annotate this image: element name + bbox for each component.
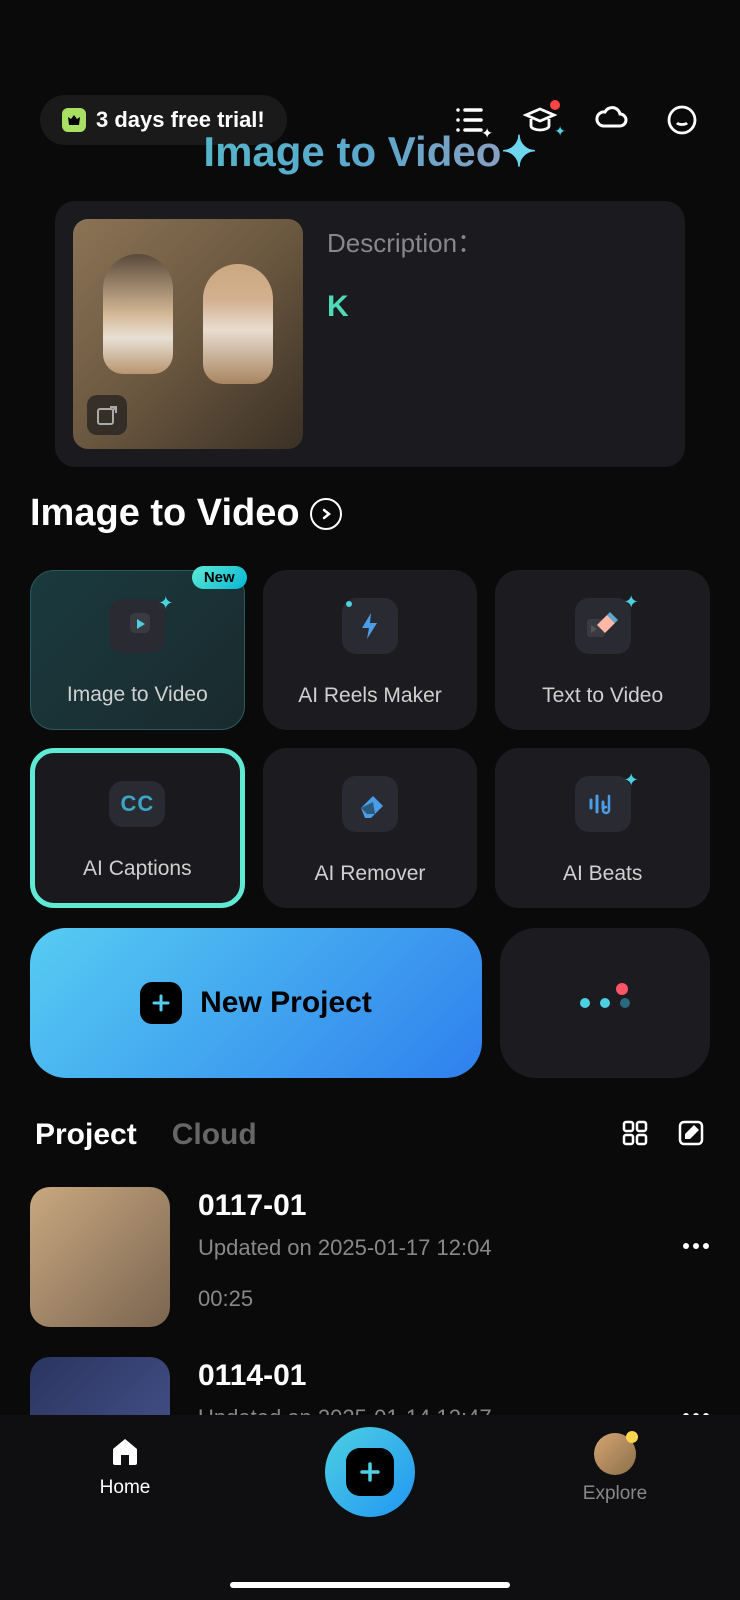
cc-icon: CC bbox=[109, 781, 165, 827]
notification-dot bbox=[616, 983, 628, 995]
feature-grid: New ✦ Image to Video AI Reels Maker ✦ Te… bbox=[30, 570, 710, 908]
add-media-icon[interactable] bbox=[87, 395, 127, 435]
new-project-button[interactable]: New Project bbox=[30, 928, 482, 1078]
feature-label: AI Reels Maker bbox=[298, 684, 442, 708]
music-icon: ✦ bbox=[575, 776, 631, 832]
dot-icon bbox=[600, 998, 610, 1008]
sparkle-icon: ✦ bbox=[158, 593, 173, 614]
explore-avatar-icon bbox=[594, 1433, 636, 1475]
plus-icon bbox=[346, 1448, 394, 1496]
lightning-icon bbox=[342, 598, 398, 654]
dot-icon bbox=[580, 998, 590, 1008]
nav-label: Explore bbox=[583, 1483, 647, 1505]
project-info: 0117-01 Updated on 2025-01-17 12:04 00:2… bbox=[198, 1187, 654, 1312]
project-name: 0117-01 bbox=[198, 1189, 654, 1223]
new-badge: New bbox=[192, 566, 247, 589]
tab-actions bbox=[621, 1119, 705, 1152]
feature-image-to-video[interactable]: New ✦ Image to Video bbox=[30, 570, 245, 730]
project-duration: 00:25 bbox=[198, 1286, 654, 1312]
nav-label: Home bbox=[100, 1477, 151, 1499]
feature-text-to-video[interactable]: ✦ Text to Video bbox=[495, 570, 710, 730]
description-text: K bbox=[327, 290, 667, 324]
feature-ai-reels-maker[interactable]: AI Reels Maker bbox=[263, 570, 478, 730]
home-icon bbox=[107, 1433, 143, 1469]
more-button[interactable] bbox=[500, 928, 710, 1078]
feature-label: AI Beats bbox=[563, 862, 642, 886]
new-project-label: New Project bbox=[200, 986, 372, 1020]
project-updated: Updated on 2025-01-17 12:04 bbox=[198, 1235, 654, 1261]
project-name: 0114-01 bbox=[198, 1359, 654, 1393]
section-title-row[interactable]: Image to Video bbox=[30, 492, 710, 535]
chevron-right-icon bbox=[310, 498, 342, 530]
action-row: New Project bbox=[30, 928, 710, 1078]
sparkle-icon: ✦ bbox=[624, 770, 639, 791]
tab-cloud[interactable]: Cloud bbox=[172, 1118, 257, 1152]
notification-dot bbox=[550, 100, 560, 110]
featured-image bbox=[73, 219, 303, 449]
description-label: Description： bbox=[327, 223, 667, 260]
tab-project[interactable]: Project bbox=[35, 1118, 137, 1152]
feature-ai-remover[interactable]: AI Remover bbox=[263, 748, 478, 908]
dot-icon bbox=[620, 998, 630, 1008]
banner-title: Image to Video✦ bbox=[0, 127, 740, 176]
nav-explore[interactable]: Explore bbox=[565, 1433, 665, 1505]
tabs-row: Project Cloud bbox=[35, 1118, 705, 1152]
project-item[interactable]: 0117-01 Updated on 2025-01-17 12:04 00:2… bbox=[30, 1187, 710, 1327]
featured-card[interactable]: Description： K bbox=[55, 201, 685, 467]
project-thumbnail bbox=[30, 1187, 170, 1327]
plus-icon bbox=[140, 982, 182, 1024]
feature-ai-captions[interactable]: CC AI Captions bbox=[30, 748, 245, 908]
bottom-nav: Home Explore bbox=[0, 1415, 740, 1600]
eraser-icon bbox=[342, 776, 398, 832]
sparkle-icon: ✦ bbox=[624, 592, 639, 613]
featured-description: Description： K bbox=[327, 219, 667, 449]
nav-create-button[interactable] bbox=[325, 1427, 415, 1517]
feature-label: Text to Video bbox=[542, 684, 663, 708]
edit-icon[interactable] bbox=[677, 1119, 705, 1152]
header: 3 days free trial! ✦ ✦ bbox=[0, 0, 740, 145]
tabs: Project Cloud bbox=[35, 1118, 257, 1152]
feature-ai-beats[interactable]: ✦ AI Beats bbox=[495, 748, 710, 908]
feature-label: Image to Video bbox=[67, 683, 208, 707]
section-title: Image to Video bbox=[30, 492, 300, 535]
feature-label: AI Remover bbox=[315, 862, 426, 886]
nav-home[interactable]: Home bbox=[75, 1433, 175, 1499]
feature-label: AI Captions bbox=[83, 857, 192, 881]
home-indicator bbox=[230, 1582, 510, 1588]
pencil-video-icon: ✦ bbox=[575, 598, 631, 654]
project-menu-button[interactable] bbox=[682, 1187, 710, 1255]
play-sparkle-icon: ✦ bbox=[109, 599, 165, 653]
grid-view-icon[interactable] bbox=[621, 1119, 649, 1152]
